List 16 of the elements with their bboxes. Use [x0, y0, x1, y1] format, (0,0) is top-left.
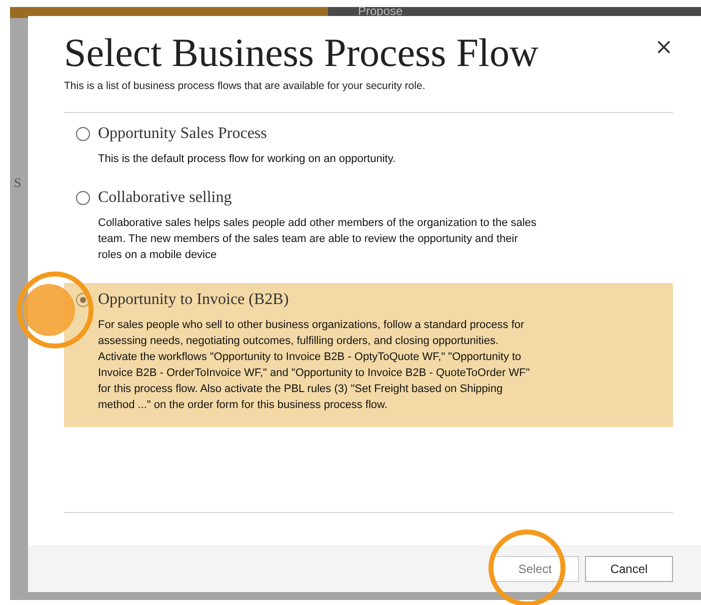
- radio-button[interactable]: [76, 191, 90, 205]
- option-title: Opportunity Sales Process: [98, 125, 267, 143]
- option-title: Collaborative selling: [98, 189, 232, 207]
- option-description: For sales people who sell to other business organizations, follow a standard process for assessing needs, negotiating outcomes, fulfilling orders, and closing opportunities. Activate the workflows "Opportunity to Invoice B2B - OptyToQuote WF," "Opportunity to Invoice B2B - OrderToInvoice WF," and "Opportunity to Invoice B2B - QuoteToOrder WF" for this process flow. Also activate the PBL rules (3) "Set Freight based on Shipping method ..." on the order form for this business process flow.: [98, 318, 531, 413]
- cancel-button[interactable]: Cancel: [585, 556, 673, 582]
- side-label: S: [14, 175, 22, 191]
- option-description: This is the default process flow for working on an opportunity.: [98, 152, 397, 167]
- radio-button[interactable]: [76, 127, 90, 141]
- close-button[interactable]: ×: [654, 36, 673, 60]
- option-description: Collaborative sales helps sales people add other members of the organization to the sales team. The new members of the sales team are able to review the opportunity and their roles on a mobile device: [98, 216, 538, 263]
- dialog-title: Select Business Process Flow: [64, 32, 538, 74]
- selected-option[interactable]: [64, 283, 673, 427]
- stage-label: Propose: [358, 4, 403, 18]
- option[interactable]: Opportunity Sales Process This is the default process flow for working on an opportunity.: [64, 121, 673, 175]
- dialog-subtitle: This is a list of business process flows that are available for your security role.: [64, 80, 426, 92]
- option-title: Opportunity to Invoice (B2B): [98, 291, 289, 309]
